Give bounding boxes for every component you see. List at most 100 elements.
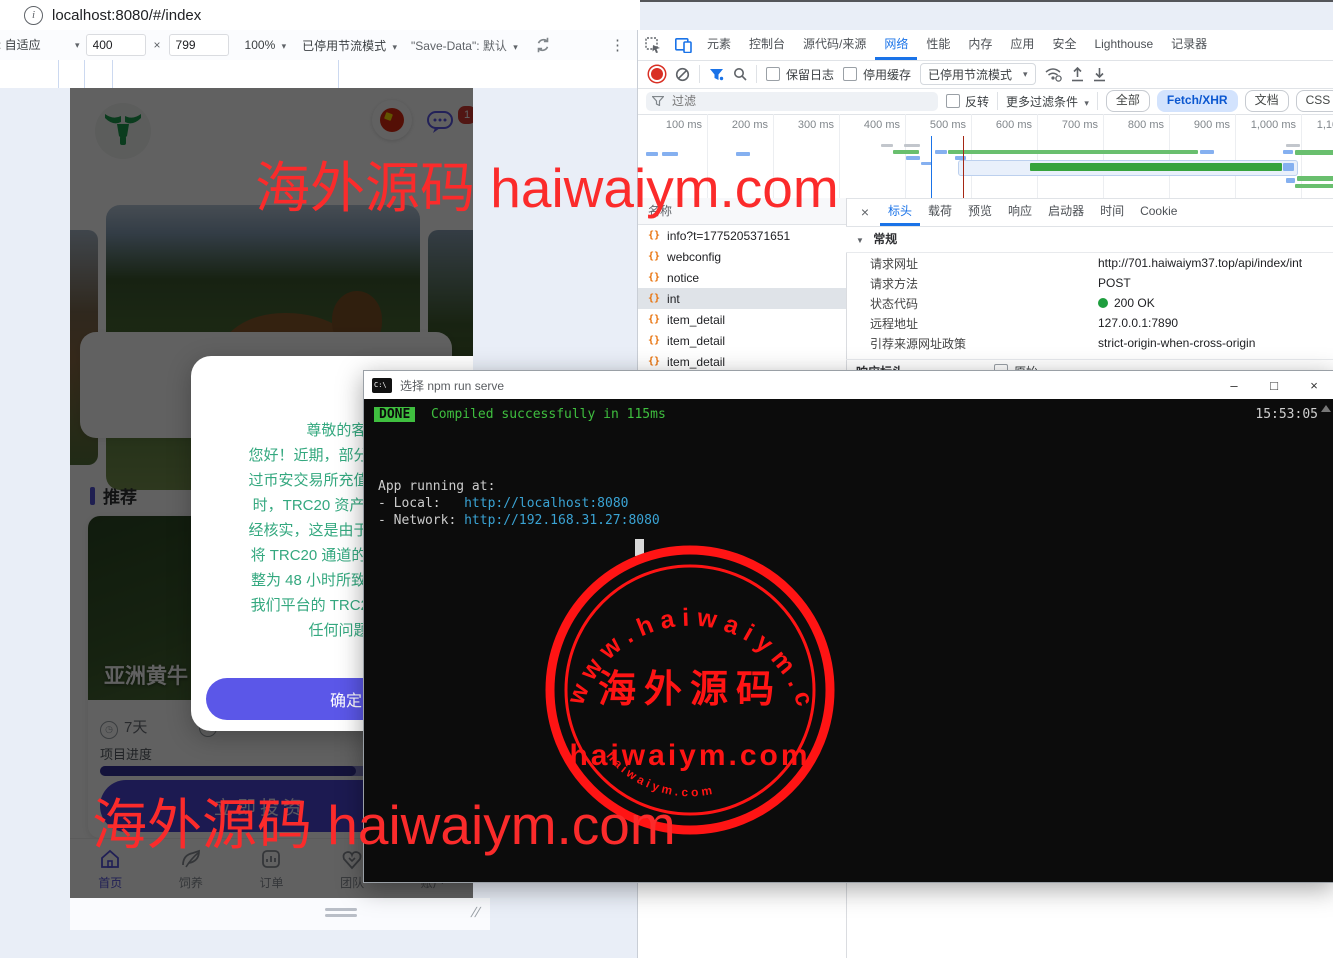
header-value: POST — [1098, 276, 1131, 290]
network-throttling-select[interactable]: 已停用节流模式▾ — [920, 63, 1036, 85]
details-tab[interactable]: Cookie — [1132, 198, 1185, 226]
header-value-text: http://701.haiwaiym37.top/api/index/int — [1098, 256, 1302, 270]
header-value: 200 OK — [1098, 296, 1155, 310]
devtools-tab[interactable]: 网络 — [875, 30, 917, 60]
terminal-titlebar[interactable]: C:\ 选择 npm run serve — [364, 371, 1333, 399]
device-toolbar-toggle-icon[interactable] — [668, 31, 698, 59]
save-data-select[interactable]: "Save-Data": 默认 ▾ — [411, 37, 518, 54]
more-filters-select[interactable]: 更多过滤条件 ▾ — [1006, 93, 1089, 110]
devtools-tab[interactable]: 控制台 — [740, 30, 794, 60]
filter-chip[interactable]: 全部 — [1106, 90, 1150, 112]
filter-chip[interactable]: 文档 — [1245, 90, 1289, 112]
timeline-tick-label: 100 ms — [644, 119, 702, 131]
drag-handle[interactable] — [325, 908, 357, 911]
times-separator: × — [154, 38, 161, 52]
details-tab[interactable]: 启动器 — [1040, 198, 1092, 226]
terminal-title: 选择 npm run serve — [400, 377, 504, 394]
waterfall-bar — [1295, 150, 1333, 155]
filter-icon[interactable] — [709, 68, 724, 81]
maximize-button[interactable]: □ — [1254, 371, 1294, 399]
overflow-menu-icon[interactable]: ⋮ — [610, 36, 625, 54]
network-url[interactable]: http://192.168.31.27:8080 — [464, 513, 660, 528]
waterfall-bar — [1283, 150, 1293, 154]
record-icon[interactable] — [651, 68, 663, 80]
request-row[interactable]: {}notice — [638, 267, 846, 288]
header-value-text: POST — [1098, 276, 1131, 290]
devtools-tab[interactable]: 应用 — [1001, 30, 1043, 60]
timeline-tick-label: 600 ms — [974, 119, 1032, 131]
timeline-tick-label: 1,100 ms — [1304, 119, 1333, 131]
waterfall-bar — [935, 150, 947, 154]
timeline-tick-label: 900 ms — [1172, 119, 1230, 131]
network-conditions-icon[interactable] — [1045, 67, 1062, 82]
page-info-icon[interactable]: i — [24, 6, 43, 25]
minimize-button[interactable]: – — [1214, 371, 1254, 399]
request-row[interactable]: {}item_detail — [638, 309, 846, 330]
devtools-tab[interactable]: 源代码/来源 — [794, 30, 875, 60]
import-har-icon[interactable] — [1071, 67, 1084, 82]
devtools-tab[interactable]: Lighthouse — [1085, 30, 1162, 60]
header-key: 远程地址 — [870, 315, 1098, 332]
rotate-device-icon[interactable] — [534, 36, 552, 54]
request-name: item_detail — [667, 334, 725, 348]
device-width-input[interactable] — [86, 34, 146, 56]
resize-handle-icon[interactable]: // — [469, 904, 490, 920]
header-value-text: strict-origin-when-cross-origin — [1098, 336, 1255, 350]
general-header-row: 请求网址http://701.haiwaiym37.top/api/index/… — [846, 253, 1333, 273]
url-text[interactable]: localhost:8080/#/index — [52, 7, 201, 24]
stamp-domain-text: haiwaiym.com — [569, 739, 810, 772]
clear-icon[interactable] — [675, 67, 690, 82]
details-tab[interactable]: 时间 — [1092, 198, 1132, 226]
devtools-tab[interactable]: 安全 — [1043, 30, 1085, 60]
done-badge: DONE — [374, 407, 415, 422]
throttling-select[interactable]: 已停用节流模式 ▾ — [302, 37, 397, 54]
details-tab[interactable]: 标头 — [880, 198, 920, 226]
device-height-input[interactable] — [169, 34, 229, 56]
devtools-tab[interactable]: 记录器 — [1162, 30, 1216, 60]
devtools-tab[interactable]: 元素 — [698, 30, 740, 60]
general-header-row: 远程地址127.0.0.1:7890 — [846, 313, 1333, 333]
invert-checkbox[interactable] — [946, 94, 960, 108]
network-line: - Network: http://192.168.31.27:8080 — [378, 513, 660, 528]
filter-chip[interactable]: CSS — [1296, 90, 1333, 112]
waterfall-bar — [1286, 144, 1300, 147]
details-tab-bar: × 标头载荷预览响应启动器时间Cookie — [846, 198, 1333, 227]
timeline-tick-label: 700 ms — [1040, 119, 1098, 131]
general-section-header[interactable]: ▼ 常规 — [846, 227, 1333, 253]
preserve-log-checkbox[interactable] — [766, 67, 780, 81]
device-type-select[interactable]: 尺寸: 自适应 — [0, 35, 72, 55]
request-row[interactable]: {}int — [638, 288, 846, 309]
inspect-icon[interactable] — [638, 31, 668, 59]
request-row[interactable]: {}item_detail — [638, 351, 846, 372]
close-details-icon[interactable]: × — [854, 204, 876, 220]
emulation-footer: // — [70, 898, 490, 930]
load-event-line — [963, 136, 964, 198]
preserve-log-label: 保留日志 — [786, 66, 834, 83]
watermark-bottom: 海外源码 haiwaiym.com — [92, 780, 676, 860]
running-line: App running at: — [378, 479, 495, 494]
request-row[interactable]: {}item_detail — [638, 330, 846, 351]
disable-cache-label: 停用缓存 — [863, 66, 911, 83]
timeline-gridline — [1235, 114, 1236, 198]
details-tab[interactable]: 响应 — [1000, 198, 1040, 226]
devtools-tab[interactable]: 性能 — [917, 30, 959, 60]
request-row[interactable]: {}webconfig — [638, 246, 846, 267]
details-tab[interactable]: 载荷 — [920, 198, 960, 226]
request-name: webconfig — [667, 250, 721, 264]
request-name: int — [667, 292, 680, 306]
request-name: item_detail — [667, 355, 725, 369]
local-url[interactable]: http://localhost:8080 — [464, 496, 628, 511]
disable-cache-checkbox[interactable] — [843, 67, 857, 81]
devtools-tab[interactable]: 内存 — [959, 30, 1001, 60]
export-har-icon[interactable] — [1093, 67, 1106, 82]
search-icon[interactable] — [733, 67, 747, 81]
filter-input[interactable] — [670, 93, 904, 109]
scroll-up-icon[interactable] — [1321, 405, 1331, 412]
filter-chip[interactable]: Fetch/XHR — [1157, 90, 1238, 112]
request-row[interactable]: {}info?t=1775205371651 — [638, 225, 846, 246]
close-button[interactable]: × — [1294, 371, 1333, 399]
zoom-select[interactable]: 100% ▾ — [245, 38, 287, 52]
details-tab[interactable]: 预览 — [960, 198, 1000, 226]
waterfall-bar — [904, 144, 920, 147]
filter-input-box[interactable] — [646, 92, 938, 111]
